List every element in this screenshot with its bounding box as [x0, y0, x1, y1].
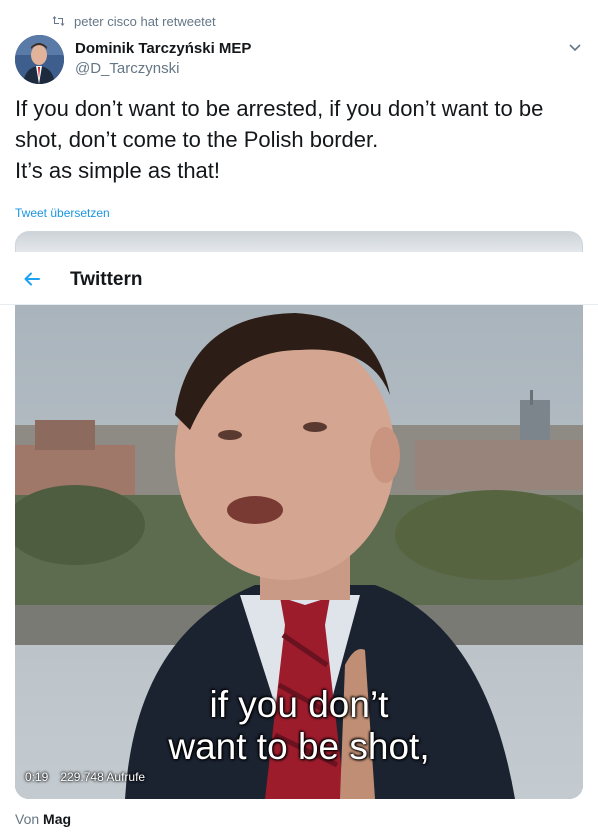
video-views: 229.748 Aufrufe	[60, 770, 146, 784]
video-duration: 0:19	[25, 770, 49, 784]
video-source: Von Mag	[15, 811, 71, 827]
retweet-icon	[52, 15, 65, 27]
source-name-link[interactable]: Mag	[43, 811, 71, 827]
source-prefix: Von	[15, 811, 40, 827]
tweet-author[interactable]: Dominik Tarczyński MEP @D_Tarczynski	[75, 39, 251, 79]
chevron-down-icon[interactable]	[566, 38, 584, 56]
video-subtitle-line: want to be shot,	[168, 726, 430, 767]
tweet-line: It’s as simple as that!	[15, 158, 221, 183]
tweet-line: shot, don’t come to the Polish border.	[15, 127, 379, 152]
author-name[interactable]: Dominik Tarczyński MEP	[75, 39, 251, 59]
page-title: Twittern	[70, 269, 143, 290]
app-header: Twittern	[0, 252, 598, 305]
avatar[interactable]	[15, 35, 64, 84]
author-handle[interactable]: @D_Tarczynski	[75, 59, 251, 79]
retweet-label: peter cisco hat retweetet	[74, 13, 216, 29]
media-card-top	[15, 231, 583, 252]
retweet-context[interactable]: peter cisco hat retweetet	[52, 12, 216, 30]
video-subtitle-line: if you don’t	[209, 684, 389, 725]
tweet-line: If you don’t want to be arrested, if you…	[15, 96, 544, 121]
translate-tweet-link[interactable]: Tweet übersetzen	[15, 206, 110, 220]
back-arrow-icon[interactable]	[22, 269, 42, 294]
video-meta: 0:19 229.748 Aufrufe	[25, 770, 145, 784]
tweet-text: If you don’t want to be arrested, if you…	[15, 93, 590, 186]
video-player[interactable]: if you don’t want to be shot, 0:19 229.7…	[15, 305, 583, 799]
